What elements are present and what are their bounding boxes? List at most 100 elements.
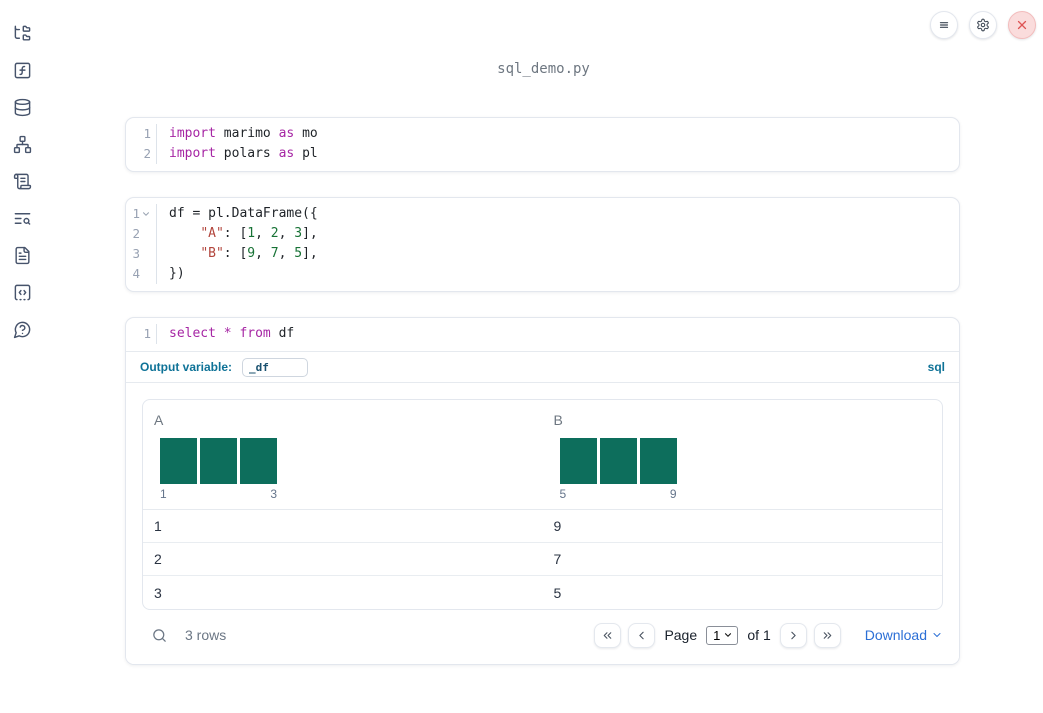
fold-chevron-icon[interactable]: [141, 209, 151, 219]
code-text: import polars as pl: [169, 146, 318, 161]
sidebar-item-help-chat[interactable]: [12, 319, 32, 339]
sidebar-item-scroll-text[interactable]: [12, 171, 32, 191]
cell-imports: 1 import marimo as mo 2 import polars as pl: [125, 117, 960, 172]
column-name: B: [553, 412, 563, 428]
histogram-bar: [240, 438, 277, 484]
table-search-button[interactable]: [151, 627, 168, 644]
sql-language-badge: sql: [927, 360, 945, 374]
sql-output-area: A13B59 192735 3 rows Page 1 of 1 Downloa…: [126, 382, 959, 664]
histogram-bar: [160, 438, 197, 484]
code-line: 1 select * from df: [126, 324, 959, 344]
sidebar-item-code-snippet[interactable]: [12, 282, 32, 302]
page-label: Page: [664, 627, 698, 643]
pagination: Page 1 of 1 Download: [594, 622, 943, 648]
code-text: "A": [1, 2, 3],: [200, 226, 318, 241]
list-search-icon: [13, 209, 32, 228]
line-number-gutter: 1: [126, 204, 157, 224]
code-editor[interactable]: 1 df = pl.DataFrame({2 "A": [1, 2, 3], 3 "…: [126, 198, 959, 291]
output-variable-label: Output variable:: [140, 360, 233, 374]
column-header-A[interactable]: A 13: [143, 400, 543, 509]
sidebar-item-file-tree[interactable]: [12, 23, 32, 43]
chevrons-right-icon: [823, 631, 832, 639]
code-snippet-icon: [13, 283, 32, 302]
sidebar-item-network[interactable]: [12, 134, 32, 154]
last-page-button[interactable]: [813, 622, 841, 648]
chevron-right-icon: [791, 631, 796, 639]
settings-button[interactable]: [969, 11, 997, 39]
file-text-icon: [13, 246, 32, 265]
cell-sql: 1 select * from df Output variable: sql A…: [125, 317, 960, 665]
table-cell: 7: [553, 551, 562, 567]
sidebar-item-file-text[interactable]: [12, 245, 32, 265]
table-cell: 3: [154, 584, 162, 601]
help-chat-icon: [13, 320, 32, 339]
column-histogram: [160, 438, 277, 484]
column-header-B[interactable]: B 59: [543, 400, 943, 509]
code-editor[interactable]: 1 import marimo as mo 2 import polars as pl: [126, 118, 959, 171]
table-cell: 9: [553, 518, 562, 534]
sidebar-item-list-search[interactable]: [12, 208, 32, 228]
code-text: "B": [9, 7, 5],: [200, 246, 318, 261]
table-cell: 2: [154, 551, 162, 567]
scroll-text-icon: [13, 172, 32, 191]
line-number-gutter: 3: [126, 244, 157, 264]
database-icon: [13, 98, 32, 117]
code-line: 1 import marimo as mo: [126, 124, 959, 144]
line-number-gutter: 1: [126, 124, 157, 144]
histogram-bar: [200, 438, 237, 484]
marimo-app: sql_demo.py 1 import marimo as mo 2 import …: [0, 0, 1043, 713]
line-number-gutter: 4: [126, 264, 157, 284]
code-line: 4}): [126, 264, 959, 284]
table-row: 35: [143, 576, 942, 609]
notebook-filename[interactable]: sql_demo.py: [44, 61, 1043, 77]
code-line: 2 import polars as pl: [126, 144, 959, 164]
data-table: A13B59 192735: [142, 399, 943, 610]
table-cell: 5: [553, 584, 562, 601]
menu-button[interactable]: [930, 11, 958, 39]
shutdown-button[interactable]: [1008, 11, 1036, 39]
code-text: select * from df: [169, 326, 295, 341]
sidebar-item-database[interactable]: [12, 97, 32, 117]
column-name: A: [154, 412, 164, 428]
histogram-bar: [599, 438, 637, 484]
code-text: }): [169, 266, 185, 281]
cell-dataframe: 1 df = pl.DataFrame({2 "A": [1, 2, 3], 3 "…: [125, 197, 960, 292]
line-number-gutter: 1: [126, 324, 157, 344]
sql-editor[interactable]: 1 select * from df: [126, 318, 959, 351]
page-of-label: of 1: [747, 627, 771, 643]
table-header-row: A 13 B 59: [143, 400, 942, 510]
histogram-axis-labels: 13: [160, 487, 277, 501]
line-number-gutter: 2: [126, 144, 157, 164]
chevron-left-icon: [639, 631, 645, 639]
code-text: df = pl.DataFrame({: [169, 206, 318, 221]
download-button[interactable]: Download: [865, 627, 943, 643]
table-body: 192735: [143, 510, 942, 609]
code-text: import marimo as mo: [169, 126, 318, 141]
sidebar: [0, 0, 44, 713]
table-cell: 1: [154, 518, 162, 534]
page-select[interactable]: 1: [706, 625, 739, 645]
next-page-button[interactable]: [779, 622, 807, 648]
column-histogram: [559, 438, 677, 484]
search-icon: [153, 628, 166, 642]
close-icon: [1017, 20, 1027, 30]
table-row: 19: [143, 510, 942, 543]
line-number-gutter: 2: [126, 224, 157, 244]
histogram-axis-labels: 59: [559, 487, 677, 501]
table-footer: 3 rows Page 1 of 1 Download: [142, 620, 943, 650]
function-square-icon: [13, 61, 32, 80]
sidebar-item-function-square[interactable]: [12, 60, 32, 80]
sql-meta-row: Output variable: sql: [126, 351, 959, 382]
row-count-label: 3 rows: [185, 627, 227, 643]
chevron-down-icon: [933, 633, 941, 637]
prev-page-button[interactable]: [628, 622, 656, 648]
code-line: 3 "B": [9, 7, 5],: [126, 244, 959, 264]
page-select-value: 1: [713, 627, 721, 643]
topbar: [930, 11, 1036, 39]
code-line: 2 "A": [1, 2, 3],: [126, 224, 959, 244]
code-line: 1 df = pl.DataFrame({: [126, 204, 959, 224]
first-page-button[interactable]: [594, 622, 622, 648]
menu-icon: [939, 22, 949, 28]
gear-icon: [977, 18, 989, 32]
output-variable-input[interactable]: [242, 357, 309, 377]
